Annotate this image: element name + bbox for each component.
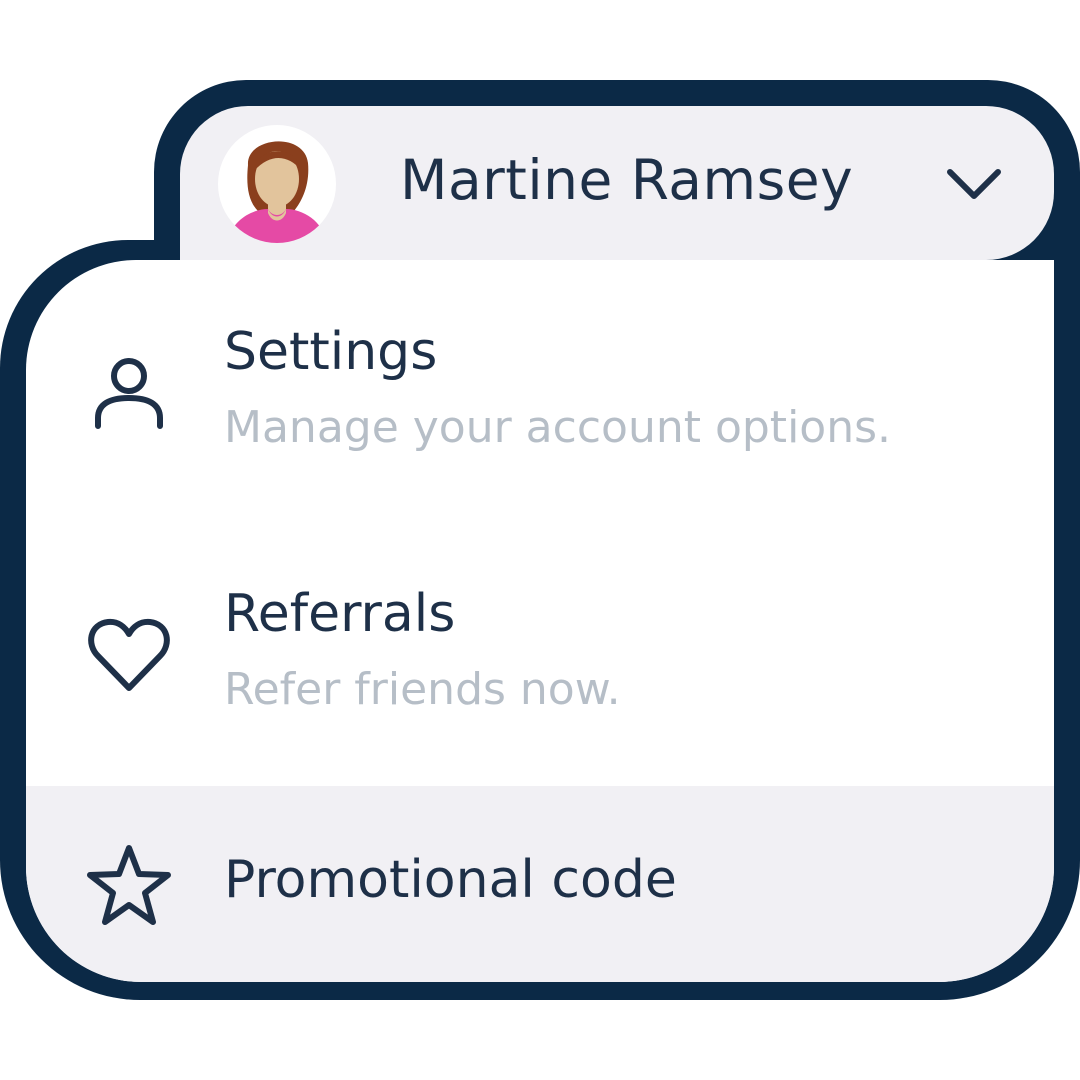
menu-item-title: Settings [224, 322, 438, 382]
menu-item-title: Referrals [224, 584, 456, 644]
user-menu-header[interactable]: Martine Ramsey [180, 106, 1054, 260]
user-name[interactable]: Martine Ramsey [400, 148, 853, 212]
star-icon [87, 845, 171, 925]
dropdown-menu: Settings Manage your account options. Re… [26, 260, 1054, 982]
menu-item-promotional-code[interactable]: Promotional code [26, 786, 1054, 982]
menu-item-settings[interactable]: Settings Manage your account options. [26, 260, 1054, 522]
menu-item-description: Manage your account options. [224, 402, 892, 453]
chevron-down-icon[interactable] [944, 164, 1004, 204]
user-icon [95, 358, 163, 429]
heart-icon [88, 618, 170, 691]
avatar[interactable] [218, 125, 336, 243]
user-menu-widget: Martine Ramsey Settings Manage your acco… [0, 0, 1080, 1080]
menu-item-title: Promotional code [224, 850, 677, 910]
avatar-image [228, 141, 326, 243]
menu-item-referrals[interactable]: Referrals Refer friends now. [26, 522, 1054, 786]
menu-item-description: Refer friends now. [224, 664, 621, 715]
